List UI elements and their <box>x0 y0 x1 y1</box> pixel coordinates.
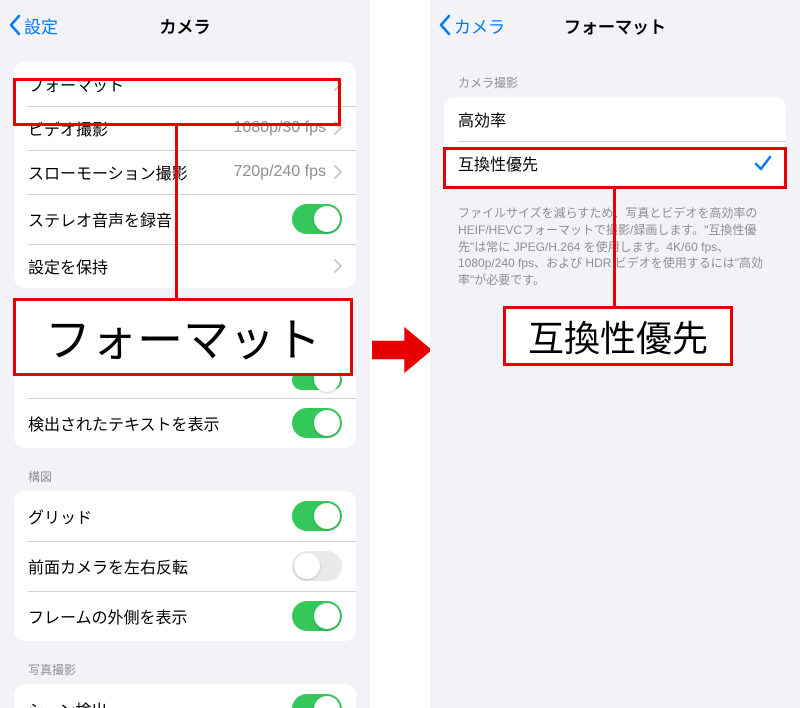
row-format[interactable]: フォーマット <box>14 62 356 106</box>
highlight-connector <box>175 126 178 301</box>
back-label: 設定 <box>24 13 58 38</box>
row-value: 720p/240 fps <box>233 163 326 181</box>
callout-compatible: 互換性優先 <box>503 306 733 366</box>
row-preserve[interactable]: 設定を保持 <box>14 244 356 288</box>
row-label: フレームの外側を表示 <box>28 604 292 628</box>
toggle-scene[interactable] <box>292 694 342 708</box>
row-value: 1080p/30 fps <box>233 119 326 137</box>
row-video[interactable]: ビデオ撮影 1080p/30 fps <box>14 106 356 150</box>
row-most-compatible[interactable]: 互換性優先 <box>444 141 786 185</box>
section-header-photo: 写真撮影 <box>28 661 342 678</box>
settings-list: フォーマット ビデオ撮影 1080p/30 fps スローモーション撮影 720… <box>14 62 356 288</box>
settings-list-2: 検出されたテキストを表示 <box>14 370 356 448</box>
nav-bar: カメラ フォーマット <box>430 0 800 50</box>
toggle-detected-text[interactable] <box>292 408 342 438</box>
toggle-grid[interactable] <box>292 501 342 531</box>
photo-list: シーン検出 <box>14 684 356 708</box>
section-header-capture: カメラ撮影 <box>458 74 772 91</box>
chevron-right-icon <box>334 77 342 91</box>
checkmark-icon <box>754 154 772 172</box>
arrow-icon <box>372 320 432 380</box>
nav-bar: 設定 カメラ <box>0 0 370 50</box>
toggle-outside[interactable] <box>292 601 342 631</box>
back-button[interactable]: カメラ <box>438 13 505 38</box>
format-options-list: 高効率 互換性優先 <box>444 97 786 185</box>
row-grid: グリッド <box>14 491 356 541</box>
callout-format: フォーマット <box>13 298 353 376</box>
chevron-right-icon <box>334 259 342 273</box>
row-high-efficiency[interactable]: 高効率 <box>444 97 786 141</box>
row-label: 互換性優先 <box>458 151 754 175</box>
row-label: スローモーション撮影 <box>28 160 233 184</box>
camera-settings-screen: 設定 カメラ フォーマット ビデオ撮影 1080p/30 fps スローモーショ… <box>0 0 370 708</box>
composition-list: グリッド 前面カメラを左右反転 フレームの外側を表示 <box>14 491 356 641</box>
chevron-left-icon <box>8 14 21 36</box>
chevron-left-icon <box>438 14 451 36</box>
chevron-right-icon <box>334 121 342 135</box>
row-label: 高効率 <box>458 107 772 131</box>
row-scene: シーン検出 <box>14 684 356 708</box>
row-label: 設定を保持 <box>28 254 330 278</box>
section-header-composition: 構図 <box>28 468 342 485</box>
chevron-right-icon <box>334 165 342 179</box>
format-settings-screen: カメラ フォーマット カメラ撮影 高効率 互換性優先 ファイルサイズを減らすため… <box>430 0 800 708</box>
row-label: ビデオ撮影 <box>28 116 233 140</box>
row-label: シーン検出 <box>28 697 292 708</box>
row-label: ステレオ音声を録音 <box>28 207 292 231</box>
row-mirror: 前面カメラを左右反転 <box>14 541 356 591</box>
row-detected-text: 検出されたテキストを表示 <box>14 398 356 448</box>
row-label: 前面カメラを左右反転 <box>28 554 292 578</box>
row-outside: フレームの外側を表示 <box>14 591 356 641</box>
row-label: グリッド <box>28 504 292 528</box>
row-stereo: ステレオ音声を録音 <box>14 194 356 244</box>
toggle-mirror[interactable] <box>292 551 342 581</box>
back-label: カメラ <box>454 13 505 38</box>
back-button[interactable]: 設定 <box>8 13 58 38</box>
row-slowmo[interactable]: スローモーション撮影 720p/240 fps <box>14 150 356 194</box>
toggle-stereo[interactable] <box>292 204 342 234</box>
highlight-connector <box>613 189 616 309</box>
row-label: 検出されたテキストを表示 <box>28 411 292 435</box>
row-label: フォーマット <box>28 72 330 96</box>
